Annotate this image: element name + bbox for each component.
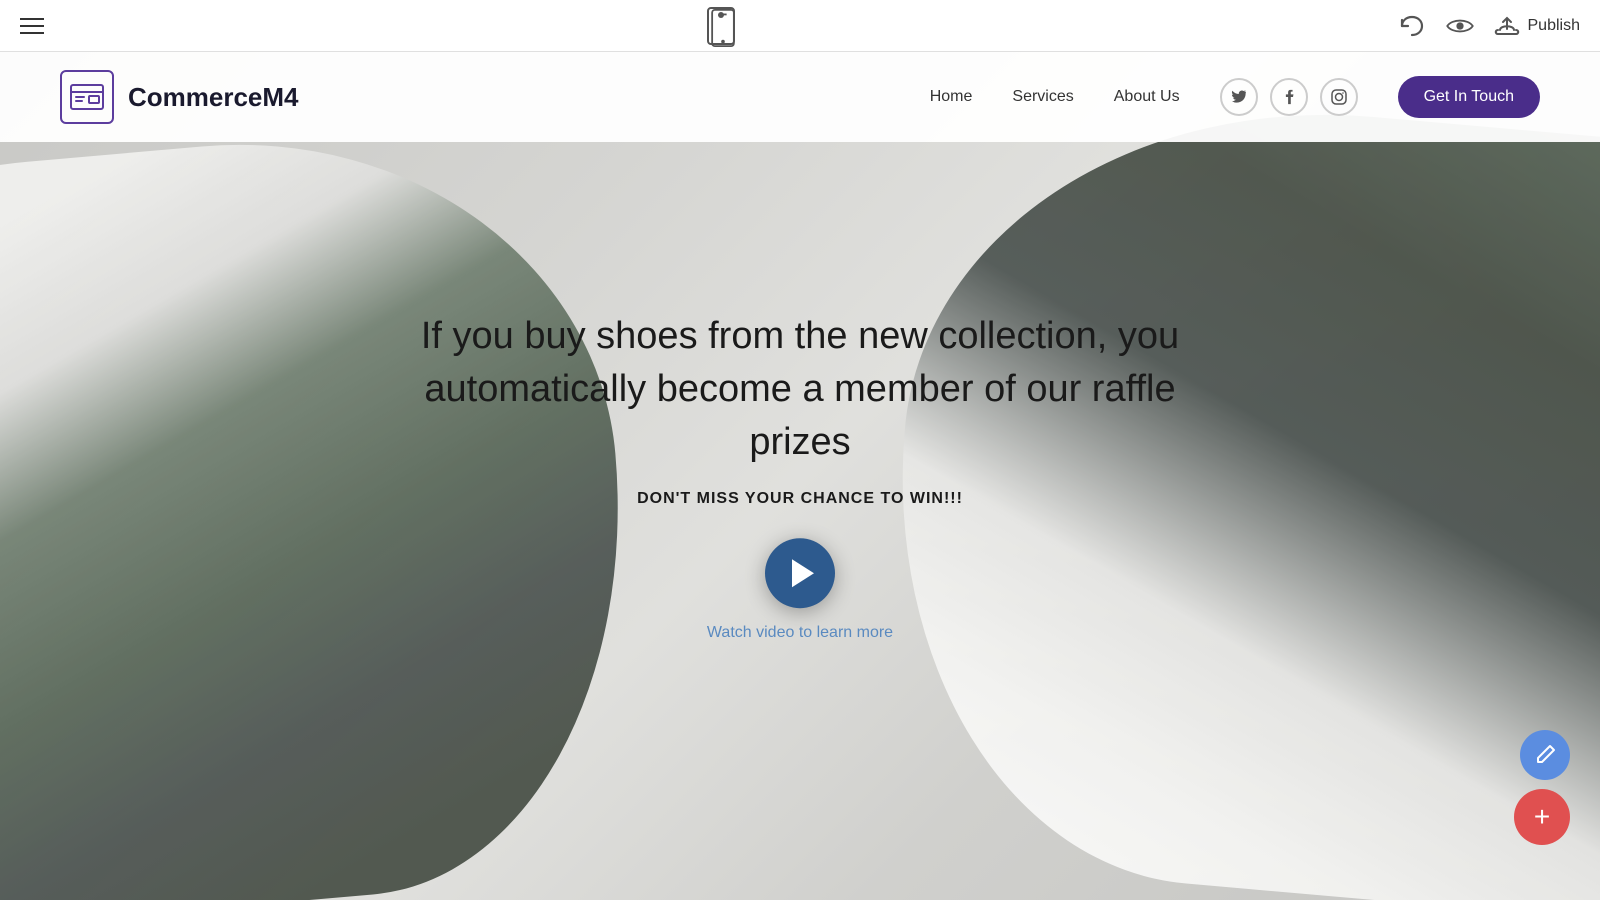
publish-label: Publish [1528,17,1580,35]
fab-add-button[interactable]: + [1514,789,1570,845]
publish-button[interactable]: Publish [1494,15,1580,37]
nav-link-about[interactable]: About Us [1114,88,1180,106]
watch-video-link[interactable]: Watch video to learn more [707,624,893,642]
website-preview: CommerceM4 Home Services About Us [0,52,1600,900]
toolbar-right: Publish [1398,14,1580,38]
hero-content: If you buy shoes from the new collection… [400,310,1200,642]
nav-link-home[interactable]: Home [930,88,973,106]
play-icon [792,559,814,587]
mobile-preview-button[interactable] [707,7,735,45]
preview-icon[interactable] [1446,16,1474,36]
video-player: Watch video to learn more [400,538,1200,642]
logo-icon [60,70,114,124]
toolbar-center [707,7,735,45]
editor-toolbar: Publish [0,0,1600,52]
site-navbar: CommerceM4 Home Services About Us [0,52,1600,142]
undo-icon[interactable] [1398,14,1426,38]
fab-edit-button[interactable] [1520,730,1570,780]
cta-button[interactable]: Get In Touch [1398,76,1540,118]
instagram-button[interactable] [1320,78,1358,116]
nav-social [1220,78,1358,116]
toolbar-left [20,18,44,34]
twitter-button[interactable] [1220,78,1258,116]
site-nav: Home Services About Us [930,76,1540,118]
play-button[interactable] [765,538,835,608]
site-logo: CommerceM4 [60,70,299,124]
logo-text: CommerceM4 [128,82,299,113]
hero-subtitle: DON'T MISS YOUR CHANCE TO WIN!!! [400,490,1200,508]
facebook-button[interactable] [1270,78,1308,116]
hamburger-menu-icon[interactable] [20,18,44,34]
nav-link-services[interactable]: Services [1012,88,1073,106]
hero-title: If you buy shoes from the new collection… [400,310,1200,470]
add-icon: + [1534,801,1550,833]
